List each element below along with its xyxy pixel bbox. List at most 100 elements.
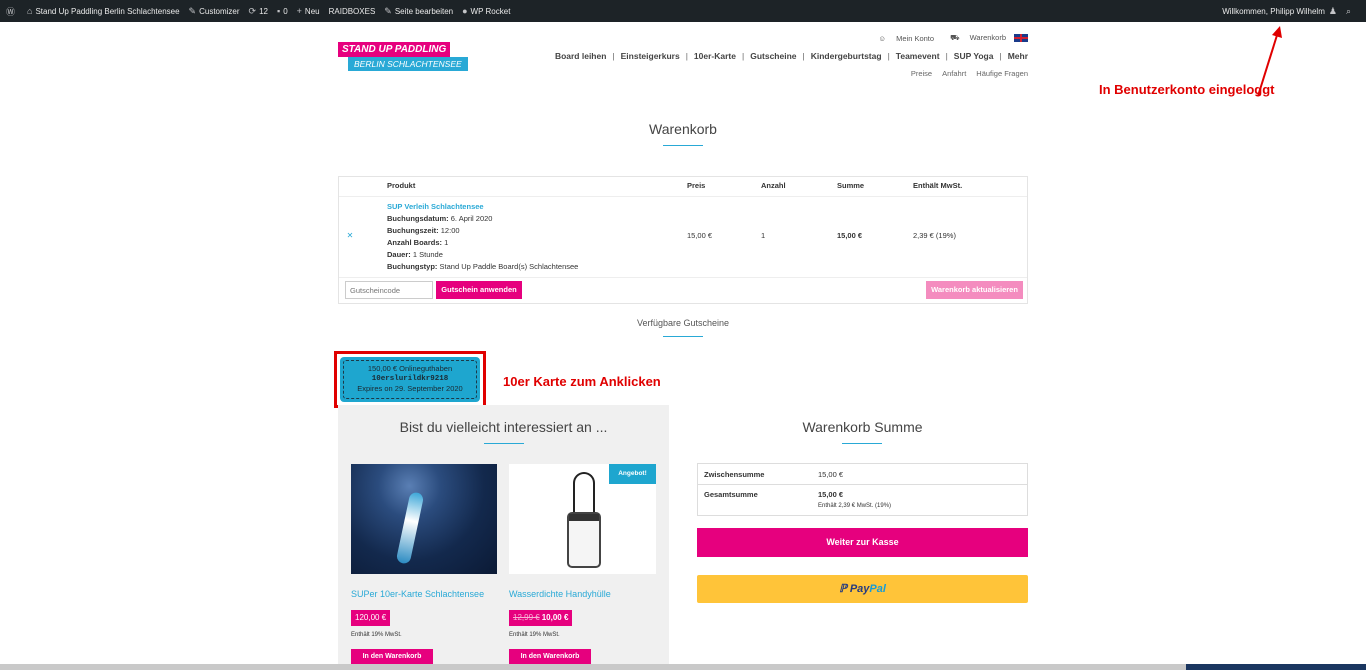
booking-line: Anzahl Boards: 1 xyxy=(387,238,449,247)
cart-item-total: 15,00 € xyxy=(837,231,863,240)
nav-item-sup-yoga[interactable]: SUP Yoga xyxy=(954,51,994,61)
product-price: 12,99 €10,00 € xyxy=(509,610,573,626)
cart-totals-table: Zwischensumme 15,00 € Gesamtsumme 15,00 … xyxy=(697,463,1028,516)
sub-nav: Preise Anfahrt Häufige Fragen xyxy=(901,69,1028,78)
total-label: Gesamtsumme xyxy=(704,490,758,499)
wordpress-logo-icon[interactable]: Ⓦ xyxy=(6,5,18,18)
cart-product-info: SUP Verleih Schlachtensee Buchungsdatum:… xyxy=(387,201,578,273)
phone-pouch-image xyxy=(567,512,601,568)
annotation-click-card: 10er Karte zum Anklicken xyxy=(503,374,661,389)
subnav-item-anfahrt[interactable]: Anfahrt xyxy=(942,69,966,78)
sale-badge: Angebot! xyxy=(609,464,656,484)
admin-updates-link[interactable]: ⟳ 12 xyxy=(249,6,268,17)
nav-separator: | xyxy=(887,51,890,61)
admin-raidboxes-link[interactable]: RAIDBOXES xyxy=(329,7,376,16)
sale-price: 10,00 € xyxy=(541,613,569,622)
nav-item-kindergeburtstag[interactable]: Kindergeburtstag xyxy=(811,51,882,61)
title-underline xyxy=(663,145,703,146)
os-dock xyxy=(0,664,1366,670)
upsell-section: Bist du vielleicht interessiert an ... A… xyxy=(338,405,669,670)
admin-bar: Ⓦ ⌂ Stand Up Paddling Berlin Schlachtense… xyxy=(0,0,1366,22)
remove-item-icon[interactable]: ✕ xyxy=(345,231,355,241)
nav-item-einsteigerkurs[interactable]: Einsteigerkurs xyxy=(621,51,680,61)
admin-site-link[interactable]: ⌂ Stand Up Paddling Berlin Schlachtensee xyxy=(27,6,180,16)
cart-product-name[interactable]: SUP Verleih Schlachtensee xyxy=(387,201,578,213)
upsell-title: Bist du vielleicht interessiert an ... xyxy=(399,419,608,435)
product-image-handyhuelle[interactable]: Angebot! xyxy=(509,464,656,574)
top-links: ☺ Mein Konto ⛟ Warenkorb xyxy=(870,33,1028,43)
totals-underline xyxy=(842,443,882,444)
nav-separator: | xyxy=(945,51,948,61)
paypal-logo-icon: ℙ xyxy=(839,583,850,595)
upsell-underline xyxy=(484,443,524,444)
product-title[interactable]: Wasserdichte Handyhülle xyxy=(509,589,611,599)
account-link[interactable]: ☺ Mein Konto xyxy=(878,34,934,43)
cart-totals-title: Warenkorb Summe xyxy=(802,419,923,435)
nav-item-board-leihen[interactable]: Board leihen xyxy=(555,51,606,61)
admin-new-link[interactable]: + Neu xyxy=(297,6,320,16)
coupon-expiry: Expires on 29. September 2020 xyxy=(357,384,463,393)
nav-item-10er-karte[interactable]: 10er-Karte xyxy=(694,51,736,61)
admin-account-link[interactable]: Willkommen, Philipp Wilhelm ♟ xyxy=(1222,6,1340,17)
coupon-amount: 150,00 € Onlineguthaben xyxy=(367,364,453,373)
page-title: Warenkorb xyxy=(649,121,717,137)
header-total: Summe xyxy=(837,181,865,190)
old-price: 12,99 € xyxy=(513,613,540,622)
cart-table: Produkt Preis Anzahl Summe Enthält MwSt.… xyxy=(338,176,1028,304)
home-icon: ⌂ xyxy=(27,6,33,16)
paddle-board-image xyxy=(395,491,425,565)
product-price: 120,00 € xyxy=(351,610,391,626)
comment-icon: ▪ xyxy=(277,6,281,16)
subnav-item-preise[interactable]: Preise xyxy=(911,69,932,78)
nav-separator: | xyxy=(802,51,805,61)
main-nav: Board leihen | Einsteigerkurs | 10er-Karte… xyxy=(555,51,1028,61)
product-tax-note: Enthält 19% MwSt. xyxy=(509,632,560,638)
add-to-cart-button[interactable]: In den Warenkorb xyxy=(351,649,433,665)
nav-separator: | xyxy=(612,51,615,61)
header-qty: Anzahl xyxy=(761,181,786,190)
status-dot-icon: ● xyxy=(462,6,468,16)
apply-coupon-button[interactable]: Gutschein anwenden xyxy=(436,281,522,299)
cart-icon: ⛟ xyxy=(950,33,960,42)
available-coupons-heading: Verfügbare Gutscheine xyxy=(636,318,730,328)
subnav-item-faq[interactable]: Häufige Fragen xyxy=(976,69,1028,78)
admin-rocket-link[interactable]: ● WP Rocket xyxy=(462,6,510,16)
coupon-code: 10erslurildkr9218 xyxy=(371,375,449,383)
add-to-cart-button[interactable]: In den Warenkorb xyxy=(509,649,591,665)
site-logo[interactable]: STAND UP PADDLING BERLIN SCHLACHTENSEE xyxy=(338,42,468,74)
checkout-button[interactable]: Weiter zur Kasse xyxy=(697,528,1028,557)
nav-item-teamevent[interactable]: Teamevent xyxy=(896,51,940,61)
subtotal-label: Zwischensumme xyxy=(704,470,765,479)
admin-customizer-link[interactable]: ✎ Customizer xyxy=(189,6,240,17)
admin-edit-page-link[interactable]: ✎ Seite bearbeiten xyxy=(384,6,453,17)
logo-line-1: STAND UP PADDLING xyxy=(338,42,451,57)
subtotal-value: 15,00 € xyxy=(818,470,844,479)
nav-item-gutscheine[interactable]: Gutscheine xyxy=(750,51,796,61)
coupon-card-inner: 150,00 € Onlineguthaben 10erslurildkr921… xyxy=(343,360,477,399)
header-tax: Enthält MwSt. xyxy=(913,181,963,190)
nav-item-mehr[interactable]: Mehr xyxy=(1008,51,1028,61)
row-divider xyxy=(339,196,1027,197)
header-product: Produkt xyxy=(387,181,416,190)
coupons-underline xyxy=(663,336,703,337)
nav-separator: | xyxy=(999,51,1002,61)
cart-item-tax: 2,39 € (19%) xyxy=(913,231,956,240)
cart-item-qty[interactable]: 1 xyxy=(761,231,765,240)
user-icon: ♟ xyxy=(1328,5,1337,16)
coupon-code-input[interactable] xyxy=(345,281,433,299)
dock-right-segment xyxy=(1186,664,1366,670)
cart-link[interactable]: ⛟ Warenkorb xyxy=(942,33,1006,43)
cart-item-price: 15,00 € xyxy=(687,231,713,240)
admin-search-icon[interactable]: ⌕ xyxy=(1346,6,1354,17)
nav-separator: | xyxy=(741,51,745,61)
product-tax-note: Enthält 19% MwSt. xyxy=(351,632,402,638)
pencil-icon: ✎ xyxy=(384,5,392,16)
brush-icon: ✎ xyxy=(188,5,197,16)
uk-flag-icon[interactable] xyxy=(1014,34,1028,42)
update-cart-button[interactable]: Warenkorb aktualisieren xyxy=(926,281,1023,299)
product-title[interactable]: SUPer 10er-Karte Schlachtensee xyxy=(351,589,484,599)
paypal-button[interactable]: ℙ PayPal xyxy=(697,575,1028,603)
coupon-card[interactable]: 150,00 € Onlineguthaben 10erslurildkr921… xyxy=(340,357,480,402)
product-image-10er-karte[interactable] xyxy=(351,464,497,574)
admin-comments-link[interactable]: ▪ 0 xyxy=(277,6,288,16)
